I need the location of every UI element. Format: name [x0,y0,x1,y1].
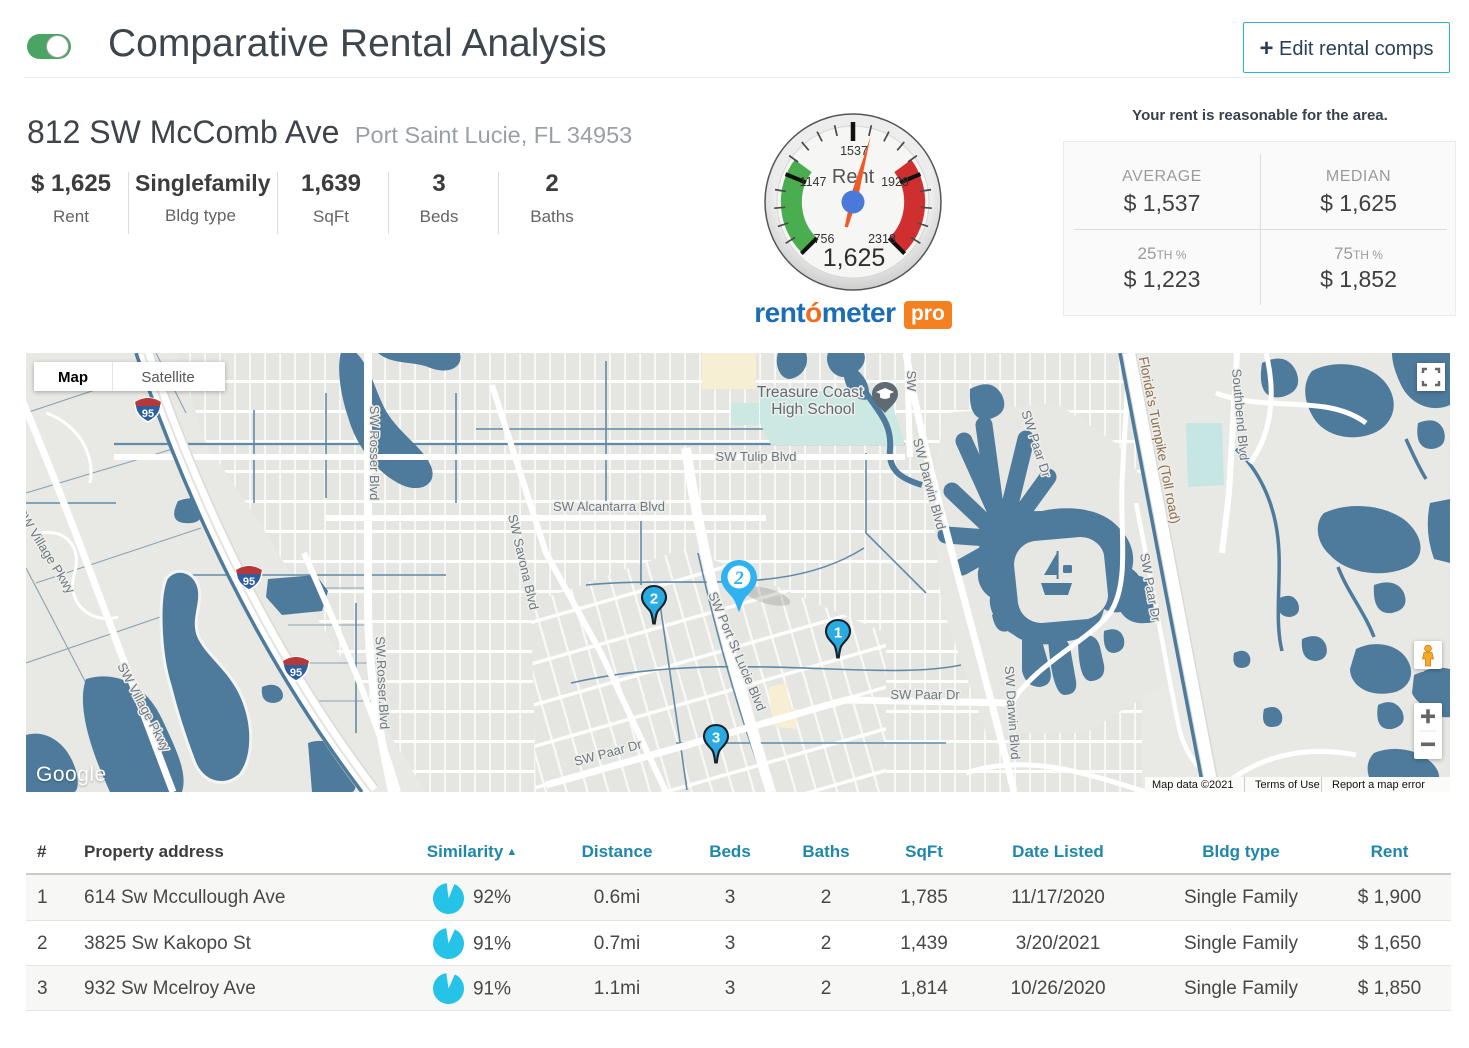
svg-text:95: 95 [142,408,154,420]
svg-text:SW Tulip Blvd: SW Tulip Blvd [716,449,797,464]
svg-text:Rent: Rent [832,166,875,188]
svg-text:SW Paar Dr: SW Paar Dr [890,687,960,702]
svg-text:1: 1 [834,625,842,642]
svg-text:95: 95 [290,667,302,679]
svg-text:Terms of Use: Terms of Use [1255,779,1320,791]
svg-text:Map: Map [58,369,88,386]
svg-text:3: 3 [712,730,720,747]
svg-text:Treasure Coast: Treasure Coast [757,384,864,401]
svg-text:Map data ©2021: Map data ©2021 [1152,779,1234,791]
svg-text:Google: Google [36,763,107,786]
svg-text:1537: 1537 [840,144,868,158]
svg-text:1928: 1928 [881,175,909,189]
svg-text:SW Rosser Blvd: SW Rosser Blvd [367,406,382,501]
svg-text:1,625: 1,625 [823,244,886,272]
svg-text:SW Alcantarra Blvd: SW Alcantarra Blvd [553,499,665,514]
svg-text:Report a map error: Report a map error [1332,779,1425,791]
svg-text:2: 2 [650,591,658,608]
svg-text:1147: 1147 [800,175,827,189]
svg-text:High School: High School [771,401,855,418]
svg-text:Satellite: Satellite [141,369,194,386]
svg-text:95: 95 [243,576,255,588]
svg-text:SW: SW [904,371,919,393]
svg-text:2: 2 [733,568,744,589]
